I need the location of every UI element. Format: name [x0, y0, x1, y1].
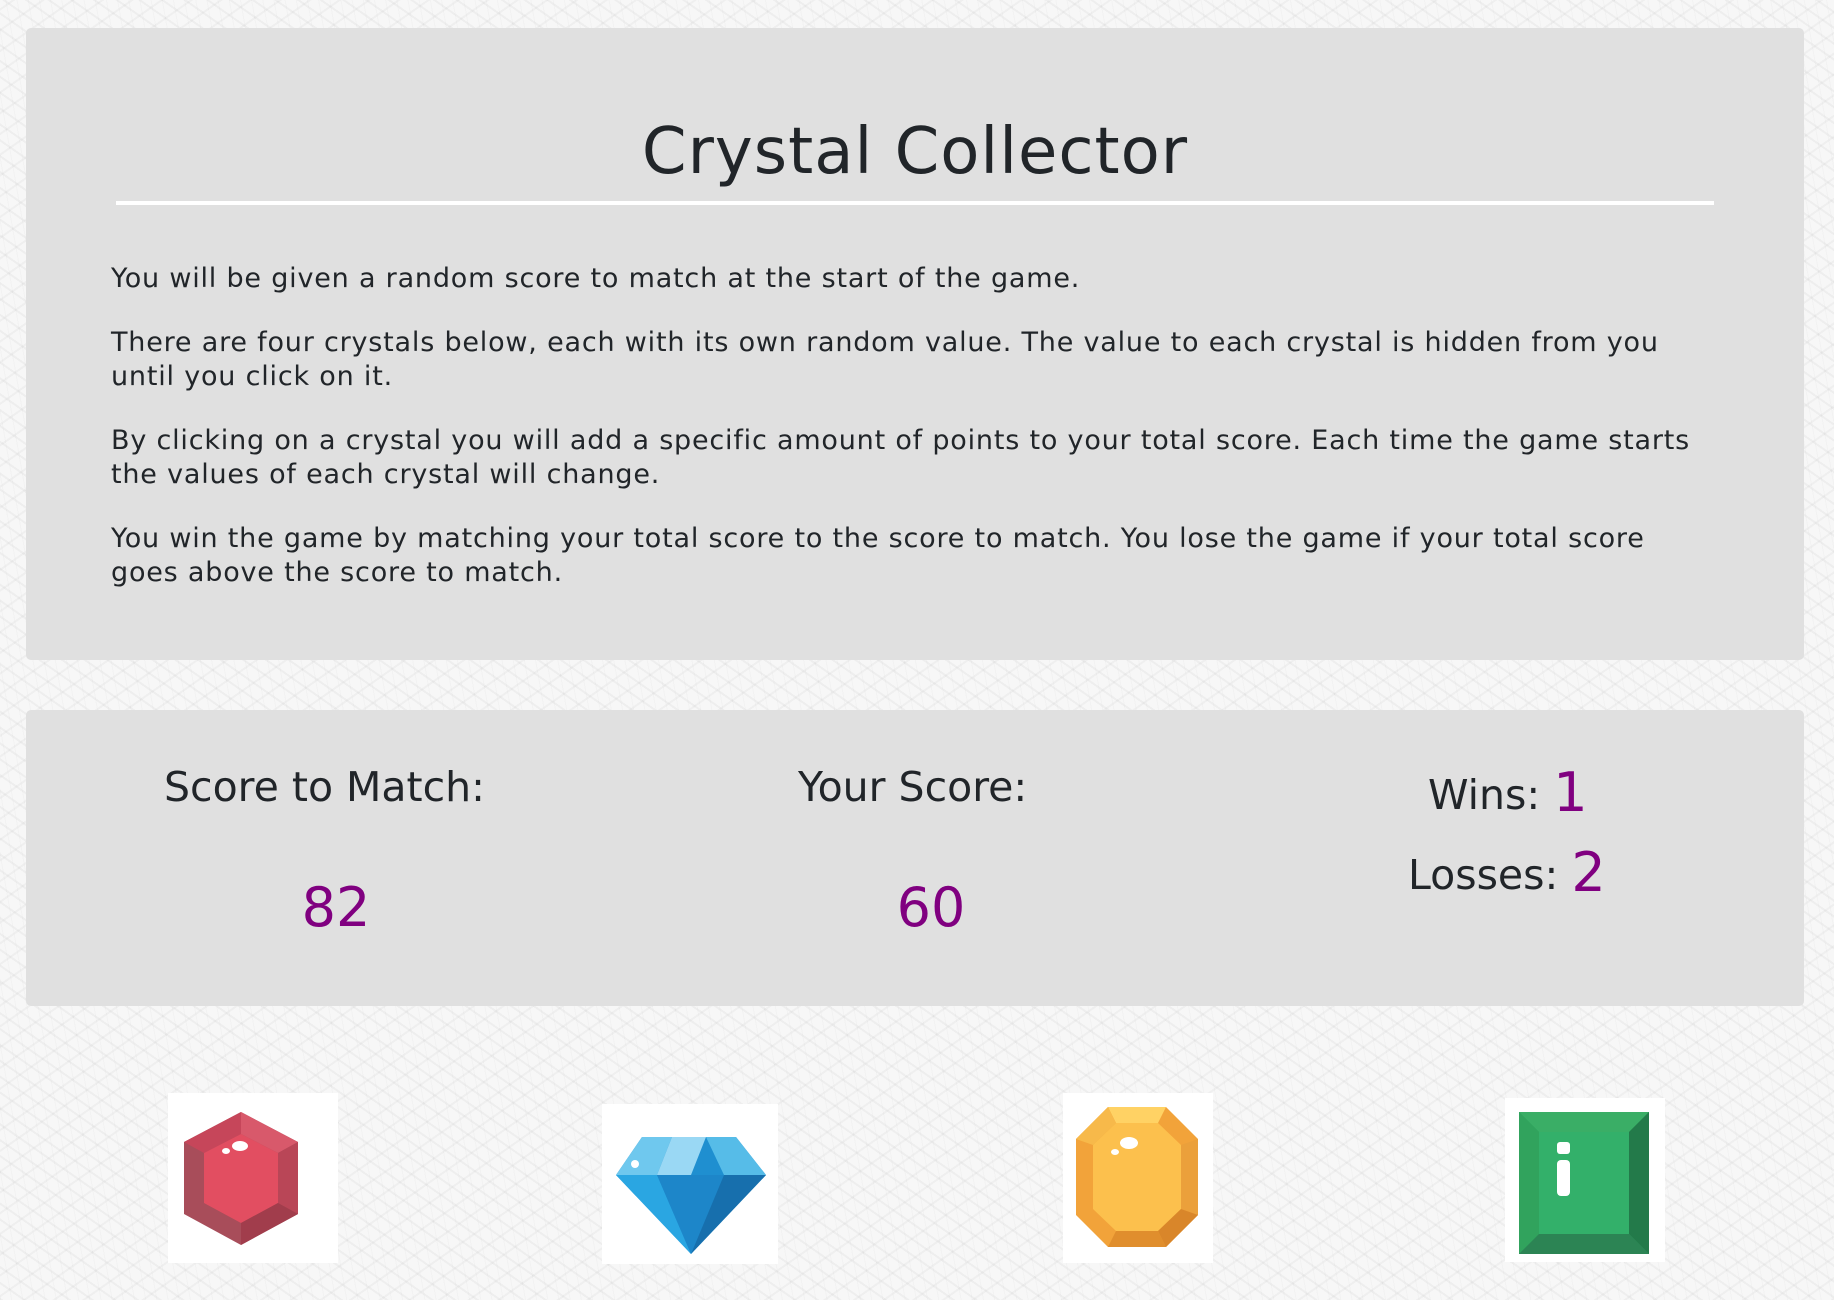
scoreboard-panel: Score to Match: 82 Your Score: 60 Wins: …: [26, 710, 1804, 1006]
instruction-paragraph: You will be given a random score to matc…: [111, 263, 1081, 294]
wins-count: 1: [1553, 761, 1588, 824]
green-crystal-icon: [1519, 1112, 1649, 1254]
blue-crystal-icon: [616, 1137, 766, 1254]
instructions-panel: Crystal Collector You will be given a ra…: [26, 28, 1804, 660]
instructions-text: You will be given a random score to matc…: [111, 262, 1704, 620]
score-to-match-value: 82: [301, 876, 371, 939]
instruction-paragraph: By clicking on a crystal you will add a …: [111, 425, 1691, 490]
yellow-crystal-icon: [1076, 1107, 1198, 1247]
instruction-paragraph: There are four crystals below, each with…: [111, 327, 1659, 392]
instruction-paragraph: You win the game by matching your total …: [111, 523, 1645, 588]
yellow-crystal-button[interactable]: [1063, 1093, 1213, 1263]
title-divider: [116, 201, 1714, 205]
red-crystal-icon: [184, 1112, 298, 1245]
blue-crystal-button[interactable]: [602, 1104, 778, 1264]
red-crystal-button[interactable]: [168, 1093, 338, 1263]
losses-display: Losses: 2: [1408, 846, 1606, 900]
green-crystal-button[interactable]: [1505, 1098, 1665, 1262]
score-to-match-label: Score to Match:: [164, 763, 485, 811]
wins-display: Wins: 1: [1428, 766, 1588, 820]
losses-label: Losses:: [1408, 851, 1559, 899]
game-title: Crystal Collector: [641, 115, 1189, 189]
your-score-value: 60: [896, 876, 966, 939]
losses-count: 2: [1571, 841, 1606, 904]
wins-label: Wins:: [1428, 771, 1541, 819]
your-score-label: Your Score:: [798, 763, 1028, 811]
